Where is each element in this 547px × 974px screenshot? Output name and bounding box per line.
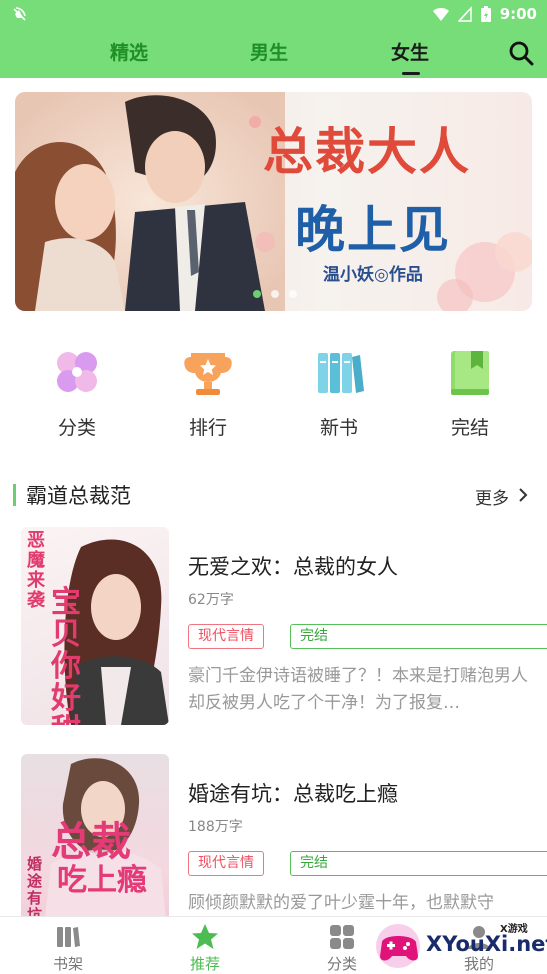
app-screen: 9:00 精选 男生 女生 总裁大人 晚上见 温小妖◎作品 分类 排行 新书 完… bbox=[0, 0, 547, 974]
banner-author: 温小妖◎作品 bbox=[323, 265, 423, 285]
book-title[interactable]: 无爱之欢：总裁的女人 bbox=[188, 551, 398, 581]
quick-link-label: 完结 bbox=[450, 417, 489, 439]
top-bar: 9:00 精选 男生 女生 bbox=[0, 0, 547, 78]
books-icon bbox=[318, 353, 364, 393]
quick-link-new-books[interactable]: 新书 bbox=[289, 345, 389, 440]
section-header: 霸道总裁范 更多 bbox=[0, 478, 547, 514]
banner-dot-3[interactable] bbox=[289, 290, 297, 298]
promo-banner[interactable]: 总裁大人 晚上见 温小妖◎作品 bbox=[15, 92, 532, 311]
quick-link-completed[interactable]: 完结 bbox=[420, 345, 520, 440]
book-title[interactable]: 婚途有坑：总裁吃上瘾 bbox=[188, 778, 398, 808]
section-title: 霸道总裁范 bbox=[26, 484, 131, 508]
notification-icon bbox=[13, 7, 26, 21]
quick-links: 分类 排行 新书 完结 bbox=[0, 345, 547, 445]
wifi-icon bbox=[432, 8, 449, 21]
cover-title-2: 吃上瘾 bbox=[57, 863, 147, 898]
nav-label: 推荐 bbox=[189, 955, 220, 973]
section-accent-bar bbox=[13, 484, 16, 506]
tab-male[interactable]: 男生 bbox=[250, 38, 288, 65]
cover-title-1: 总裁 bbox=[51, 819, 131, 865]
genre-tag[interactable]: 现代言情 bbox=[188, 851, 264, 876]
nav-label: 书架 bbox=[52, 955, 83, 973]
quick-link-label: 排行 bbox=[188, 417, 227, 439]
tab-female[interactable]: 女生 bbox=[391, 38, 429, 65]
book-item[interactable]: 恶魔来袭 宝贝你好甜 无爱之欢：总裁的女人 62万字 现代言情 完结 豪门千金伊… bbox=[0, 527, 547, 727]
gamepad-logo-icon bbox=[376, 924, 420, 968]
status-tag[interactable]: 完结 bbox=[290, 851, 547, 876]
book-cover[interactable]: 恶魔来袭 宝贝你好甜 bbox=[21, 527, 169, 725]
genre-tag[interactable]: 现代言情 bbox=[188, 624, 264, 649]
top-tabs: 精选 男生 女生 bbox=[0, 30, 547, 78]
book-description: 豪门千金伊诗语被睡了？！本来是打赌泡男人却反被男人吃了个干净！为了报复… bbox=[188, 666, 528, 713]
cover-title-3: 婚途有坑 bbox=[27, 855, 43, 924]
grid-icon bbox=[330, 925, 354, 949]
clover-icon bbox=[57, 352, 97, 392]
tab-featured[interactable]: 精选 bbox=[110, 38, 148, 65]
status-bar: 9:00 bbox=[0, 0, 547, 30]
status-time: 9:00 bbox=[499, 5, 537, 23]
book-word-count: 62万字 bbox=[188, 592, 234, 608]
banner-title-line2: 晚上见 bbox=[295, 200, 451, 259]
quick-link-label: 分类 bbox=[57, 417, 96, 439]
banner-dot-2[interactable] bbox=[271, 290, 279, 298]
bookmark-book-icon bbox=[451, 351, 489, 395]
nav-recommend[interactable]: 推荐 bbox=[150, 917, 260, 974]
signal-icon bbox=[457, 6, 472, 22]
cover-title-1: 恶魔来袭 bbox=[27, 530, 45, 611]
quick-link-label: 新书 bbox=[319, 417, 358, 439]
trophy-icon bbox=[184, 353, 232, 395]
banner-pagination bbox=[253, 290, 297, 298]
watermark: X游戏 XYouXi.net bbox=[372, 918, 547, 974]
nav-bookshelf[interactable]: 书架 bbox=[13, 917, 123, 974]
more-link[interactable]: 更多 bbox=[475, 484, 509, 509]
star-icon bbox=[192, 924, 218, 949]
banner-title-line1: 总裁大人 bbox=[263, 122, 471, 181]
quick-link-categories[interactable]: 分类 bbox=[27, 345, 127, 440]
battery-icon bbox=[480, 6, 491, 22]
watermark-brand: XYouXi.net bbox=[426, 932, 547, 956]
status-tag[interactable]: 完结 bbox=[290, 624, 547, 649]
banner-illustration bbox=[15, 92, 285, 311]
quick-link-ranking[interactable]: 排行 bbox=[158, 345, 258, 440]
book-word-count: 188万字 bbox=[188, 819, 243, 835]
search-icon[interactable] bbox=[508, 40, 534, 66]
active-tab-indicator bbox=[402, 72, 420, 75]
cover-title-2: 宝贝你好甜 bbox=[51, 585, 81, 726]
chevron-right-icon[interactable] bbox=[517, 488, 529, 502]
bookshelf-icon bbox=[57, 927, 80, 947]
banner-dot-1[interactable] bbox=[253, 290, 261, 298]
